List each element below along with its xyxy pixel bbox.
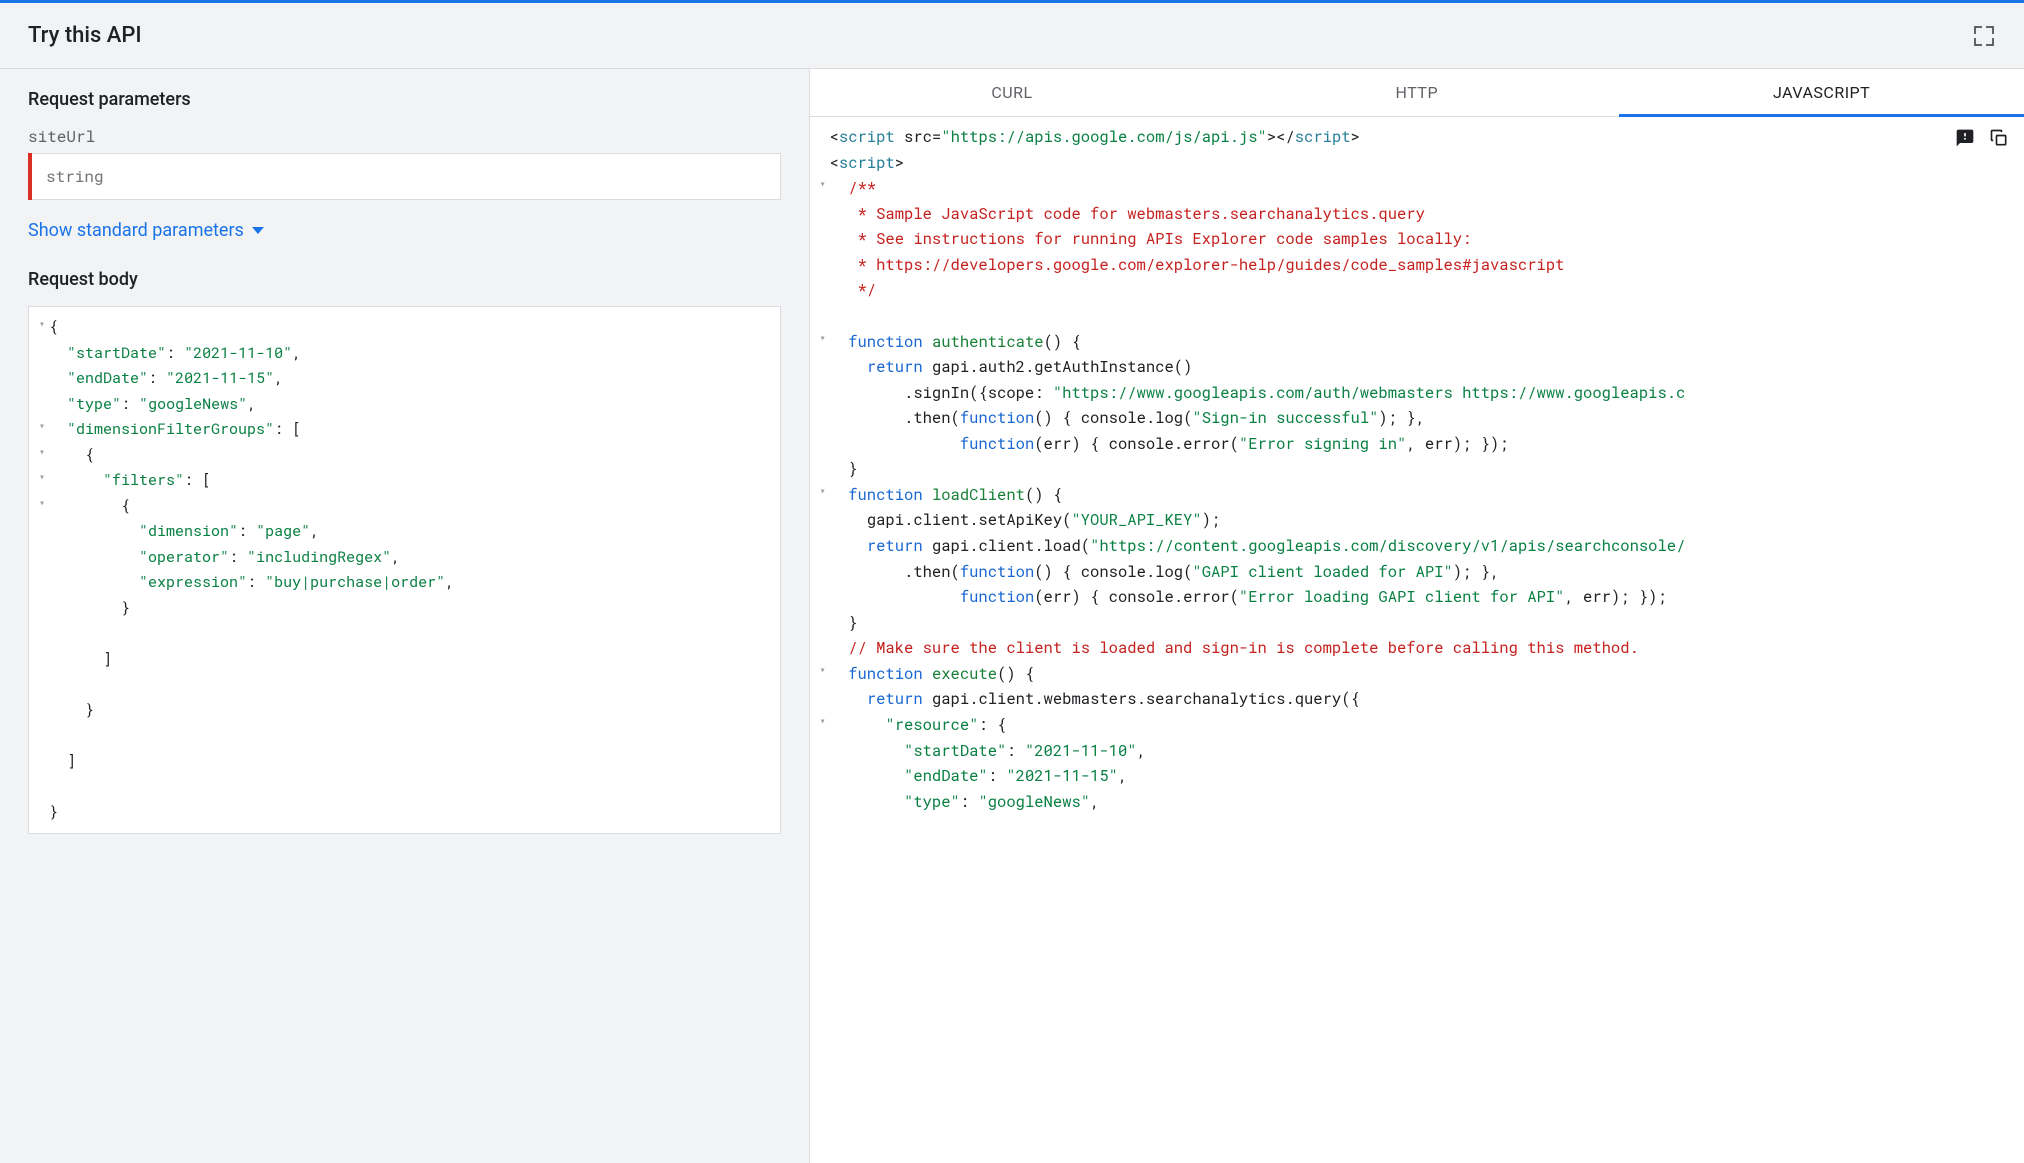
request-body-title: Request body: [28, 269, 781, 290]
left-panel: Request parameters siteUrl Show standard…: [0, 69, 810, 1163]
siteurl-input[interactable]: [32, 153, 781, 200]
request-body-editor[interactable]: ▾{ "startDate": "2021-11-10", "endDate":…: [28, 306, 781, 834]
show-standard-parameters-link[interactable]: Show standard parameters: [28, 220, 781, 241]
json-startdate-val: "2021-11-10": [184, 343, 292, 363]
json-dimension-val: "page": [256, 521, 310, 541]
feedback-icon[interactable]: [1952, 125, 1978, 151]
json-expression-val: "buy|purchase|order": [265, 572, 445, 592]
copy-icon[interactable]: [1986, 125, 2012, 151]
right-panel: cURL HTTP JAVASCRIPT <script src="https:…: [810, 69, 2024, 1163]
json-operator-val: "includingRegex": [247, 547, 391, 567]
json-type-val: "googleNews": [139, 394, 247, 414]
code-sample[interactable]: <script src="https://apis.google.com/js/…: [810, 117, 2024, 1163]
tab-curl[interactable]: cURL: [810, 69, 1215, 116]
json-enddate-val: "2021-11-15": [166, 368, 274, 388]
request-parameters-title: Request parameters: [28, 89, 781, 110]
expand-link-label: Show standard parameters: [28, 220, 244, 241]
tab-javascript[interactable]: JAVASCRIPT: [1619, 69, 2024, 116]
page-title: Try this API: [28, 23, 142, 48]
tab-http[interactable]: HTTP: [1214, 69, 1619, 116]
chevron-down-icon: [252, 227, 264, 234]
param-siteurl-label: siteUrl: [28, 126, 781, 147]
header: Try this API: [0, 3, 2024, 69]
exit-fullscreen-icon[interactable]: [1972, 24, 1996, 48]
code-tabs: cURL HTTP JAVASCRIPT: [810, 69, 2024, 117]
